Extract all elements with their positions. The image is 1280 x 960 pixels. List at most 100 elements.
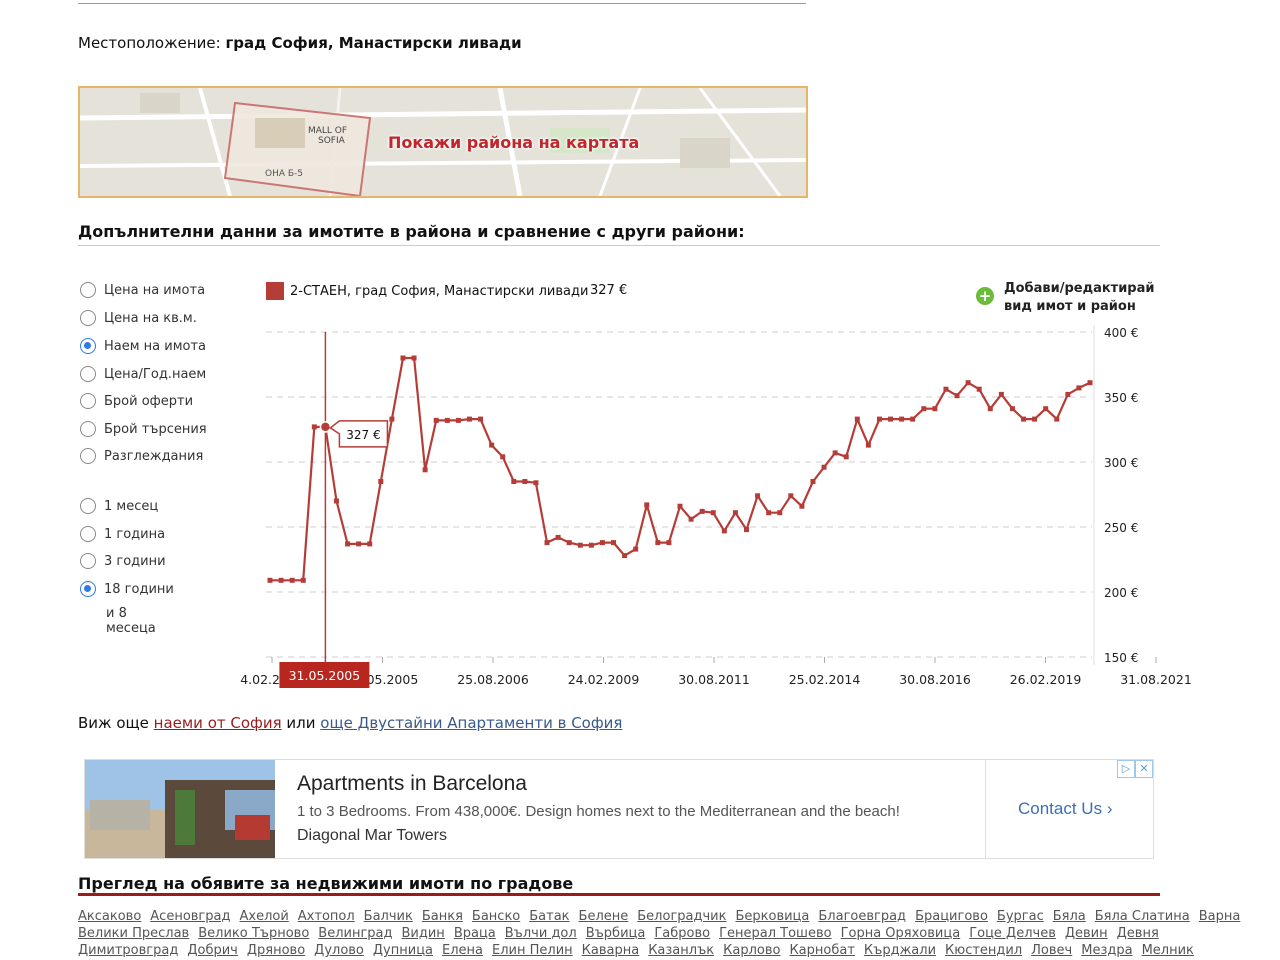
city-link[interactable]: Балчик: [364, 909, 413, 924]
data-point: [677, 503, 683, 509]
data-point: [666, 540, 672, 546]
ad-banner[interactable]: Apartments in Barcelona 1 to 3 Bedrooms.…: [84, 759, 1154, 859]
data-point: [278, 577, 284, 583]
city-link[interactable]: Елин Пелин: [492, 943, 573, 958]
data-point: [511, 479, 517, 484]
city-link[interactable]: Варна: [1199, 909, 1241, 924]
city-link[interactable]: Асеновград: [150, 909, 230, 924]
city-link[interactable]: Ловеч: [1031, 943, 1072, 958]
city-link[interactable]: Бяла Слатина: [1095, 909, 1190, 924]
city-link[interactable]: Ахтопол: [298, 909, 355, 924]
data-point: [311, 424, 317, 430]
city-link[interactable]: Белене: [579, 909, 629, 924]
cities-row: Велики Преслав Велико Търново Велинград Вид…: [78, 925, 1160, 942]
data-point: [544, 540, 550, 546]
data-point: [466, 416, 472, 422]
city-link[interactable]: Казанлък: [648, 943, 714, 958]
city-link[interactable]: Бургас: [997, 909, 1044, 924]
city-link[interactable]: Девня: [1117, 926, 1159, 941]
data-point: [289, 577, 295, 583]
city-link[interactable]: Банско: [472, 909, 520, 924]
data-point: [965, 380, 971, 386]
city-link[interactable]: Гоце Делчев: [969, 926, 1056, 941]
ad-description: 1 to 3 Bedrooms. From 438,000€. Design h…: [297, 803, 900, 820]
x-tick-label: 31.08.2021: [1120, 672, 1192, 687]
date-flag-label: 31.05.2005: [289, 668, 361, 683]
cities-row: Аксаково Асеновград Ахелой Ахтопол Балчик Бан…: [78, 908, 1240, 925]
city-link[interactable]: Берковица: [735, 909, 809, 924]
data-point: [478, 416, 484, 422]
ad-contact-button[interactable]: Contact Us ›: [1018, 799, 1113, 819]
cities-divider: [78, 893, 1160, 896]
data-point: [854, 416, 860, 422]
data-point: [710, 510, 716, 516]
x-tick-label: 30.08.2016: [899, 672, 971, 687]
data-point: [1043, 406, 1049, 412]
ad-title[interactable]: Apartments in Barcelona: [297, 772, 527, 796]
data-point: [522, 479, 528, 484]
city-link[interactable]: Генерал Тошево: [719, 926, 832, 941]
data-point: [732, 510, 738, 516]
city-link[interactable]: Дряново: [247, 943, 305, 958]
city-link[interactable]: Карлово: [723, 943, 780, 958]
city-link[interactable]: Бяла: [1053, 909, 1086, 924]
data-point: [455, 417, 461, 423]
data-point: [932, 406, 938, 412]
highlight-point: [319, 421, 332, 433]
data-point: [655, 540, 661, 546]
data-point: [500, 454, 506, 460]
city-link[interactable]: Кюстендил: [945, 943, 1022, 958]
y-tick-label: 300 €: [1104, 456, 1138, 470]
city-link[interactable]: Каварна: [582, 943, 640, 958]
city-link[interactable]: Мелник: [1142, 943, 1194, 958]
ad-separator: [985, 760, 986, 858]
data-point: [1009, 406, 1015, 412]
city-link[interactable]: Кърджали: [864, 943, 936, 958]
data-point: [533, 480, 539, 486]
city-link[interactable]: Враца: [454, 926, 496, 941]
data-point: [766, 510, 772, 516]
data-point: [743, 527, 749, 533]
city-link[interactable]: Банкя: [422, 909, 463, 924]
two-room-apartments-link[interactable]: още Двустайни Апартаменти в София: [320, 714, 622, 732]
data-point: [865, 442, 871, 448]
rentals-sofia-link[interactable]: наеми от София: [154, 714, 282, 732]
data-point: [1087, 380, 1093, 386]
city-link[interactable]: Добрич: [187, 943, 238, 958]
city-link[interactable]: Димитровград: [78, 943, 178, 958]
city-link[interactable]: Брацигово: [915, 909, 988, 924]
y-tick-label: 400 €: [1104, 326, 1138, 340]
city-link[interactable]: Велики Преслав: [78, 926, 189, 941]
city-link[interactable]: Върбица: [586, 926, 646, 941]
ad-image[interactable]: [85, 760, 275, 858]
city-link[interactable]: Благоевград: [818, 909, 906, 924]
data-point: [644, 502, 650, 508]
ad-brand: Diagonal Mar Towers: [297, 827, 447, 844]
city-link[interactable]: Габрово: [654, 926, 710, 941]
city-link[interactable]: Белоградчик: [637, 909, 726, 924]
close-icon[interactable]: ✕: [1135, 760, 1153, 778]
y-tick-label: 250 €: [1104, 521, 1138, 535]
city-link[interactable]: Велинград: [318, 926, 392, 941]
city-link[interactable]: Мездра: [1081, 943, 1132, 958]
data-point: [588, 542, 594, 548]
city-link[interactable]: Дупница: [373, 943, 433, 958]
city-link[interactable]: Аксаково: [78, 909, 141, 924]
ad-info-icon[interactable]: ▷: [1117, 760, 1135, 778]
city-link[interactable]: Дулово: [314, 943, 364, 958]
city-link[interactable]: Горна Оряховица: [841, 926, 961, 941]
city-link[interactable]: Вълчи дол: [505, 926, 577, 941]
city-link[interactable]: Велико Търново: [198, 926, 309, 941]
city-link[interactable]: Девин: [1065, 926, 1108, 941]
data-point: [345, 541, 351, 547]
see-also: Виж още наеми от София или още Двустайни…: [78, 714, 622, 732]
city-link[interactable]: Ахелой: [239, 909, 288, 924]
rent-chart[interactable]: 400 €350 €300 €250 €200 €150 €4.02.2004 3…: [0, 0, 1280, 700]
city-link[interactable]: Карнобат: [789, 943, 854, 958]
x-tick-label: 25.02.2014: [789, 672, 861, 687]
see-also-prefix: Виж още: [78, 714, 149, 732]
city-link[interactable]: Батак: [529, 909, 569, 924]
data-point: [721, 528, 727, 534]
city-link[interactable]: Видин: [402, 926, 445, 941]
city-link[interactable]: Елена: [442, 943, 483, 958]
